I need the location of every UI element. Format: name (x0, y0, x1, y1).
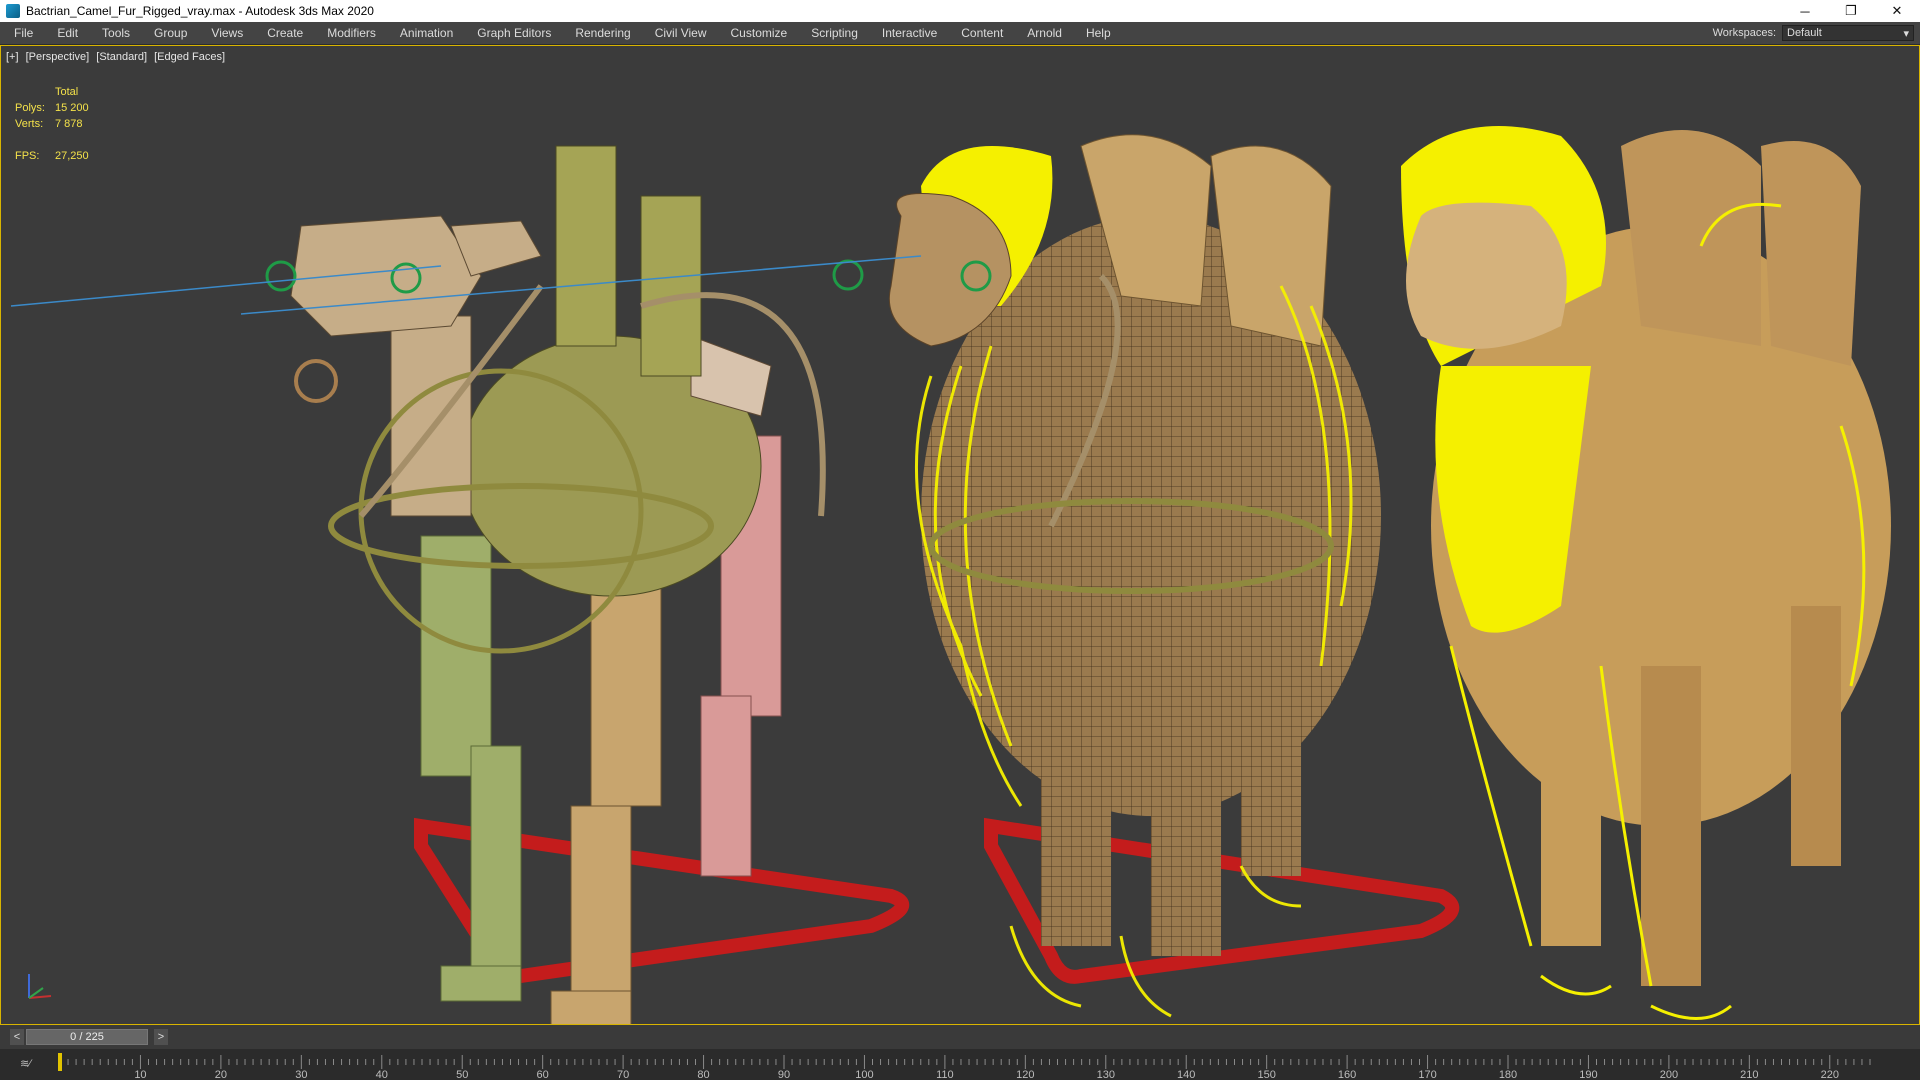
frame-tick-label: 100 (855, 1069, 873, 1080)
scene-canvas[interactable] (1, 46, 1920, 1025)
time-slider-track[interactable] (150, 1029, 1910, 1045)
workspaces-group: Workspaces: Default ▾ (1713, 25, 1920, 41)
polys-value: 15 200 (55, 102, 89, 114)
frame-tick-label: 190 (1579, 1069, 1597, 1080)
fps-value: 27,250 (55, 150, 89, 162)
viewport-display-mode[interactable]: [Edged Faces] (154, 51, 225, 63)
menu-graph-editors[interactable]: Graph Editors (465, 22, 563, 44)
time-slider-thumb[interactable]: 0 / 225 (26, 1029, 148, 1045)
frame-tick-label: 90 (778, 1069, 790, 1080)
menu-arnold[interactable]: Arnold (1015, 22, 1074, 44)
menu-help[interactable]: Help (1074, 22, 1123, 44)
viewport-menu-plus[interactable]: [+] (6, 51, 19, 63)
stats-total-header: Total (55, 86, 79, 98)
menu-edit[interactable]: Edit (45, 22, 90, 44)
frame-tick-label: 220 (1821, 1069, 1839, 1080)
frame-tick-label: 160 (1338, 1069, 1356, 1080)
frame-tick-label: 60 (537, 1069, 549, 1080)
frame-tick-label: 150 (1257, 1069, 1275, 1080)
frame-tick-label: 180 (1499, 1069, 1517, 1080)
title-bar: Bactrian_Camel_Fur_Rigged_vray.max - Aut… (0, 0, 1920, 22)
prev-frame-button[interactable]: < (10, 1029, 24, 1045)
menu-file[interactable]: File (0, 22, 45, 44)
frame-tick-label: 130 (1097, 1069, 1115, 1080)
menu-customize[interactable]: Customize (719, 22, 800, 44)
menu-modifiers[interactable]: Modifiers (315, 22, 388, 44)
axis-tripod-icon (28, 974, 52, 999)
verts-label: Verts: (15, 118, 44, 130)
app-logo-icon (6, 4, 20, 18)
fps-label: FPS: (15, 150, 40, 162)
viewport-label[interactable]: [+] [Perspective] [Standard] [Edged Face… (6, 51, 229, 63)
time-slider[interactable]: < 0 / 225 > (0, 1025, 1920, 1049)
current-frame-marker (58, 1053, 62, 1071)
next-frame-button[interactable]: > (154, 1029, 168, 1045)
menu-scripting[interactable]: Scripting (799, 22, 870, 44)
frame-tick-label: 70 (617, 1069, 629, 1080)
menu-rendering[interactable]: Rendering (563, 22, 642, 44)
frame-tick-label: 50 (456, 1069, 468, 1080)
menu-interactive[interactable]: Interactive (870, 22, 949, 44)
frame-tick-label: 140 (1177, 1069, 1195, 1080)
camel-rig-proxy[interactable] (10, 145, 910, 1025)
chevron-down-icon: ▾ (1903, 27, 1909, 40)
menu-bar: File Edit Tools Group Views Create Modif… (0, 22, 1920, 45)
viewport-point-of-view[interactable]: [Perspective] (26, 51, 90, 63)
frame-tick-label: 110 (936, 1069, 954, 1080)
menu-tools[interactable]: Tools (90, 22, 142, 44)
frame-tick-label: 40 (376, 1069, 388, 1080)
frame-tick-label: 80 (697, 1069, 709, 1080)
perspective-viewport[interactable]: [+] [Perspective] [Standard] [Edged Face… (0, 45, 1920, 1025)
frame-ruler: 10 20 30 40 50 60 70 80 90 100 110 120 130 140 150 160 1… (58, 1053, 1871, 1080)
viewport-statistics: Total Polys: 15 200 Verts: 7 878 FPS: 27,25… (15, 84, 89, 164)
frame-tick-label: 120 (1016, 1069, 1034, 1080)
polys-label: Polys: (15, 102, 45, 114)
workspaces-dropdown[interactable]: Default ▾ (1782, 25, 1914, 41)
frame-tick-label: 200 (1660, 1069, 1678, 1080)
frame-tick-label: 30 (295, 1069, 307, 1080)
menu-group[interactable]: Group (142, 22, 199, 44)
restore-button[interactable]: ❐ (1828, 0, 1874, 22)
menu-views[interactable]: Views (199, 22, 255, 44)
workspaces-label: Workspaces: (1712, 27, 1776, 39)
frame-tick-label: 210 (1740, 1069, 1758, 1080)
verts-value: 7 878 (55, 118, 83, 130)
camel-fur-preview[interactable] (1401, 126, 1891, 1020)
menu-content[interactable]: Content (949, 22, 1015, 44)
menu-create[interactable]: Create (255, 22, 315, 44)
frame-tick-label: 170 (1418, 1069, 1436, 1080)
menu-animation[interactable]: Animation (388, 22, 465, 44)
frame-tick-label: 20 (215, 1069, 227, 1080)
track-bar[interactable]: ≋∕ 10 20 30 40 50 60 70 80 90 100 110 120 130 140 150 1… (0, 1049, 1920, 1080)
viewport-shading-standard[interactable]: [Standard] (96, 51, 147, 63)
close-button[interactable]: ✕ (1874, 0, 1920, 22)
workspaces-value: Default (1787, 27, 1822, 39)
window-title: Bactrian_Camel_Fur_Rigged_vray.max - Aut… (26, 4, 374, 18)
menu-civil-view[interactable]: Civil View (643, 22, 719, 44)
frame-tick-label: 10 (134, 1069, 146, 1080)
minimize-button[interactable]: ─ (1782, 0, 1828, 22)
